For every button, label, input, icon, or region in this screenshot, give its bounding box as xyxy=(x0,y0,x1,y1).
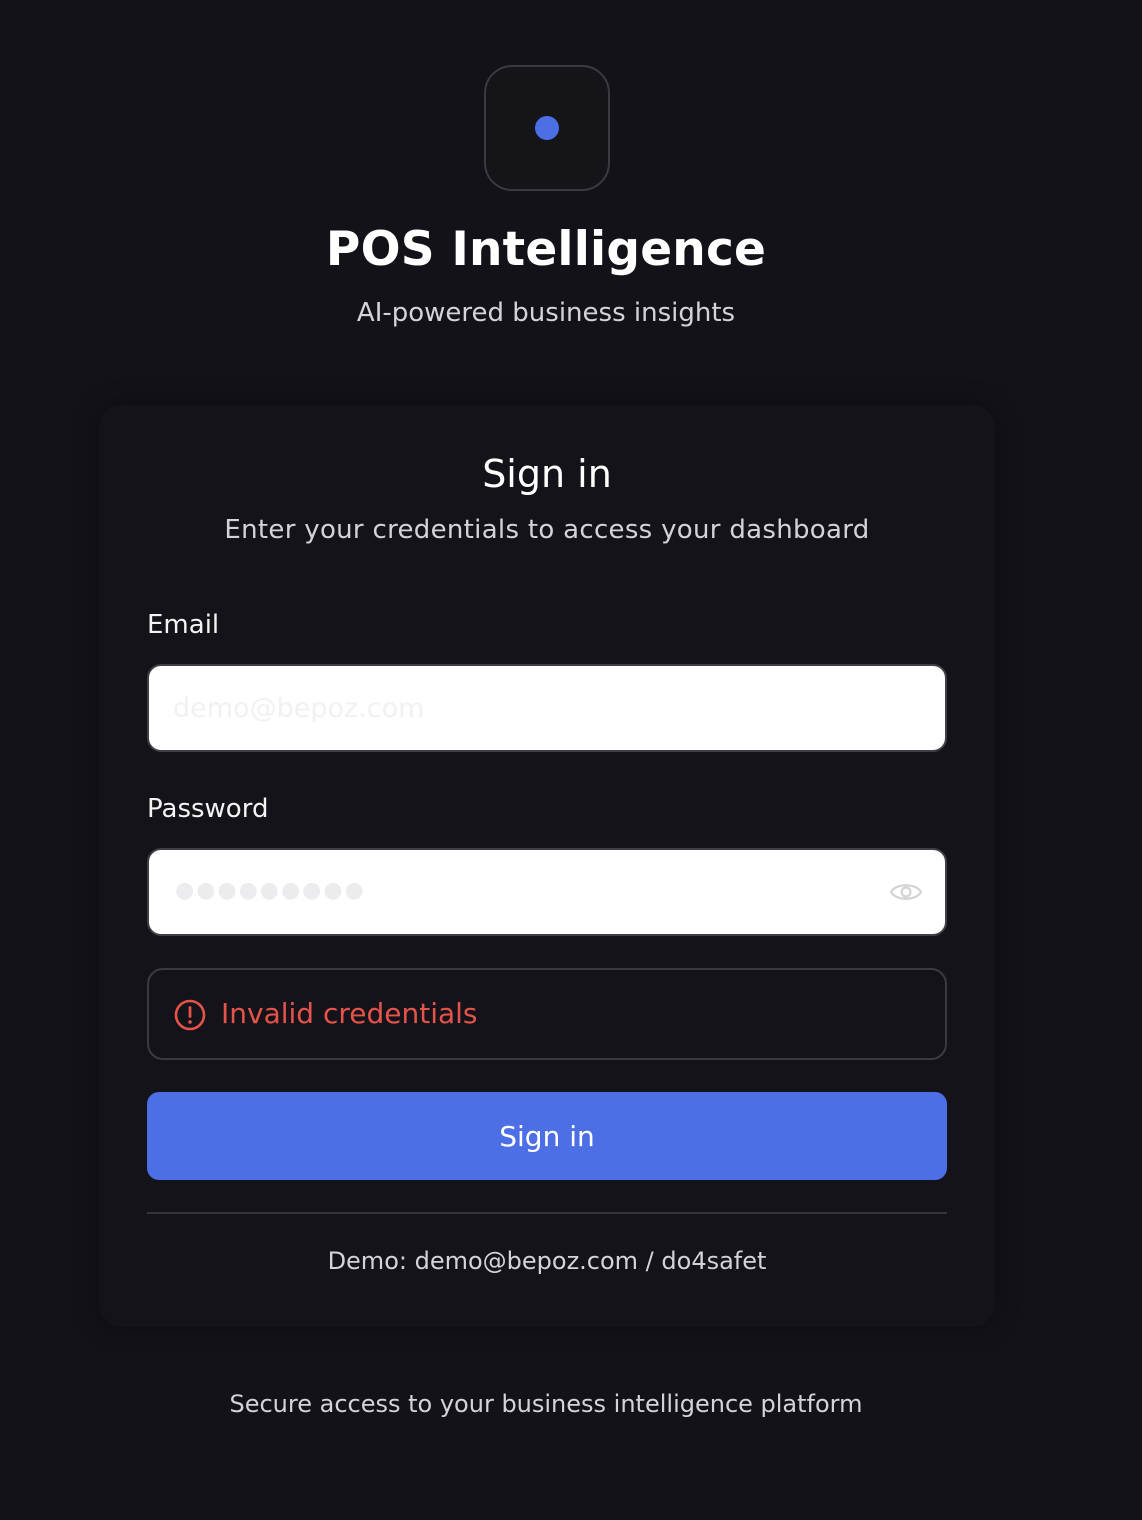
login-page: POS Intelligence AI-powered business ins… xyxy=(0,0,1142,1520)
sign-in-button[interactable]: Sign in xyxy=(147,1092,947,1180)
password-label: Password xyxy=(147,794,269,824)
email-label: Email xyxy=(147,610,220,640)
eye-icon[interactable] xyxy=(889,878,923,906)
error-message: Invalid credentials xyxy=(221,997,478,1030)
app-logo xyxy=(484,65,610,191)
error-alert: Invalid credentials xyxy=(147,968,947,1060)
app-subtitle: AI-powered business insights xyxy=(356,298,736,328)
sign-in-card: Sign in Enter your credentials to access… xyxy=(99,405,995,1327)
alert-circle-icon xyxy=(173,998,207,1032)
password-field-wrapper: ●●●●●●●●● xyxy=(147,848,947,936)
demo-credentials-hint: Demo: demo@bepoz.com / do4safet xyxy=(327,1247,767,1275)
divider xyxy=(147,1212,947,1214)
card-title: Sign in xyxy=(482,452,612,496)
dot-logo-icon xyxy=(535,116,559,140)
footer-text: Secure access to your business intellige… xyxy=(229,1390,863,1418)
email-field[interactable] xyxy=(173,666,873,750)
email-field-wrapper xyxy=(147,664,947,752)
app-title: POS Intelligence xyxy=(325,222,767,277)
password-placeholder: ●●●●●●●●● xyxy=(175,878,366,903)
card-subtitle: Enter your credentials to access your da… xyxy=(224,515,870,545)
